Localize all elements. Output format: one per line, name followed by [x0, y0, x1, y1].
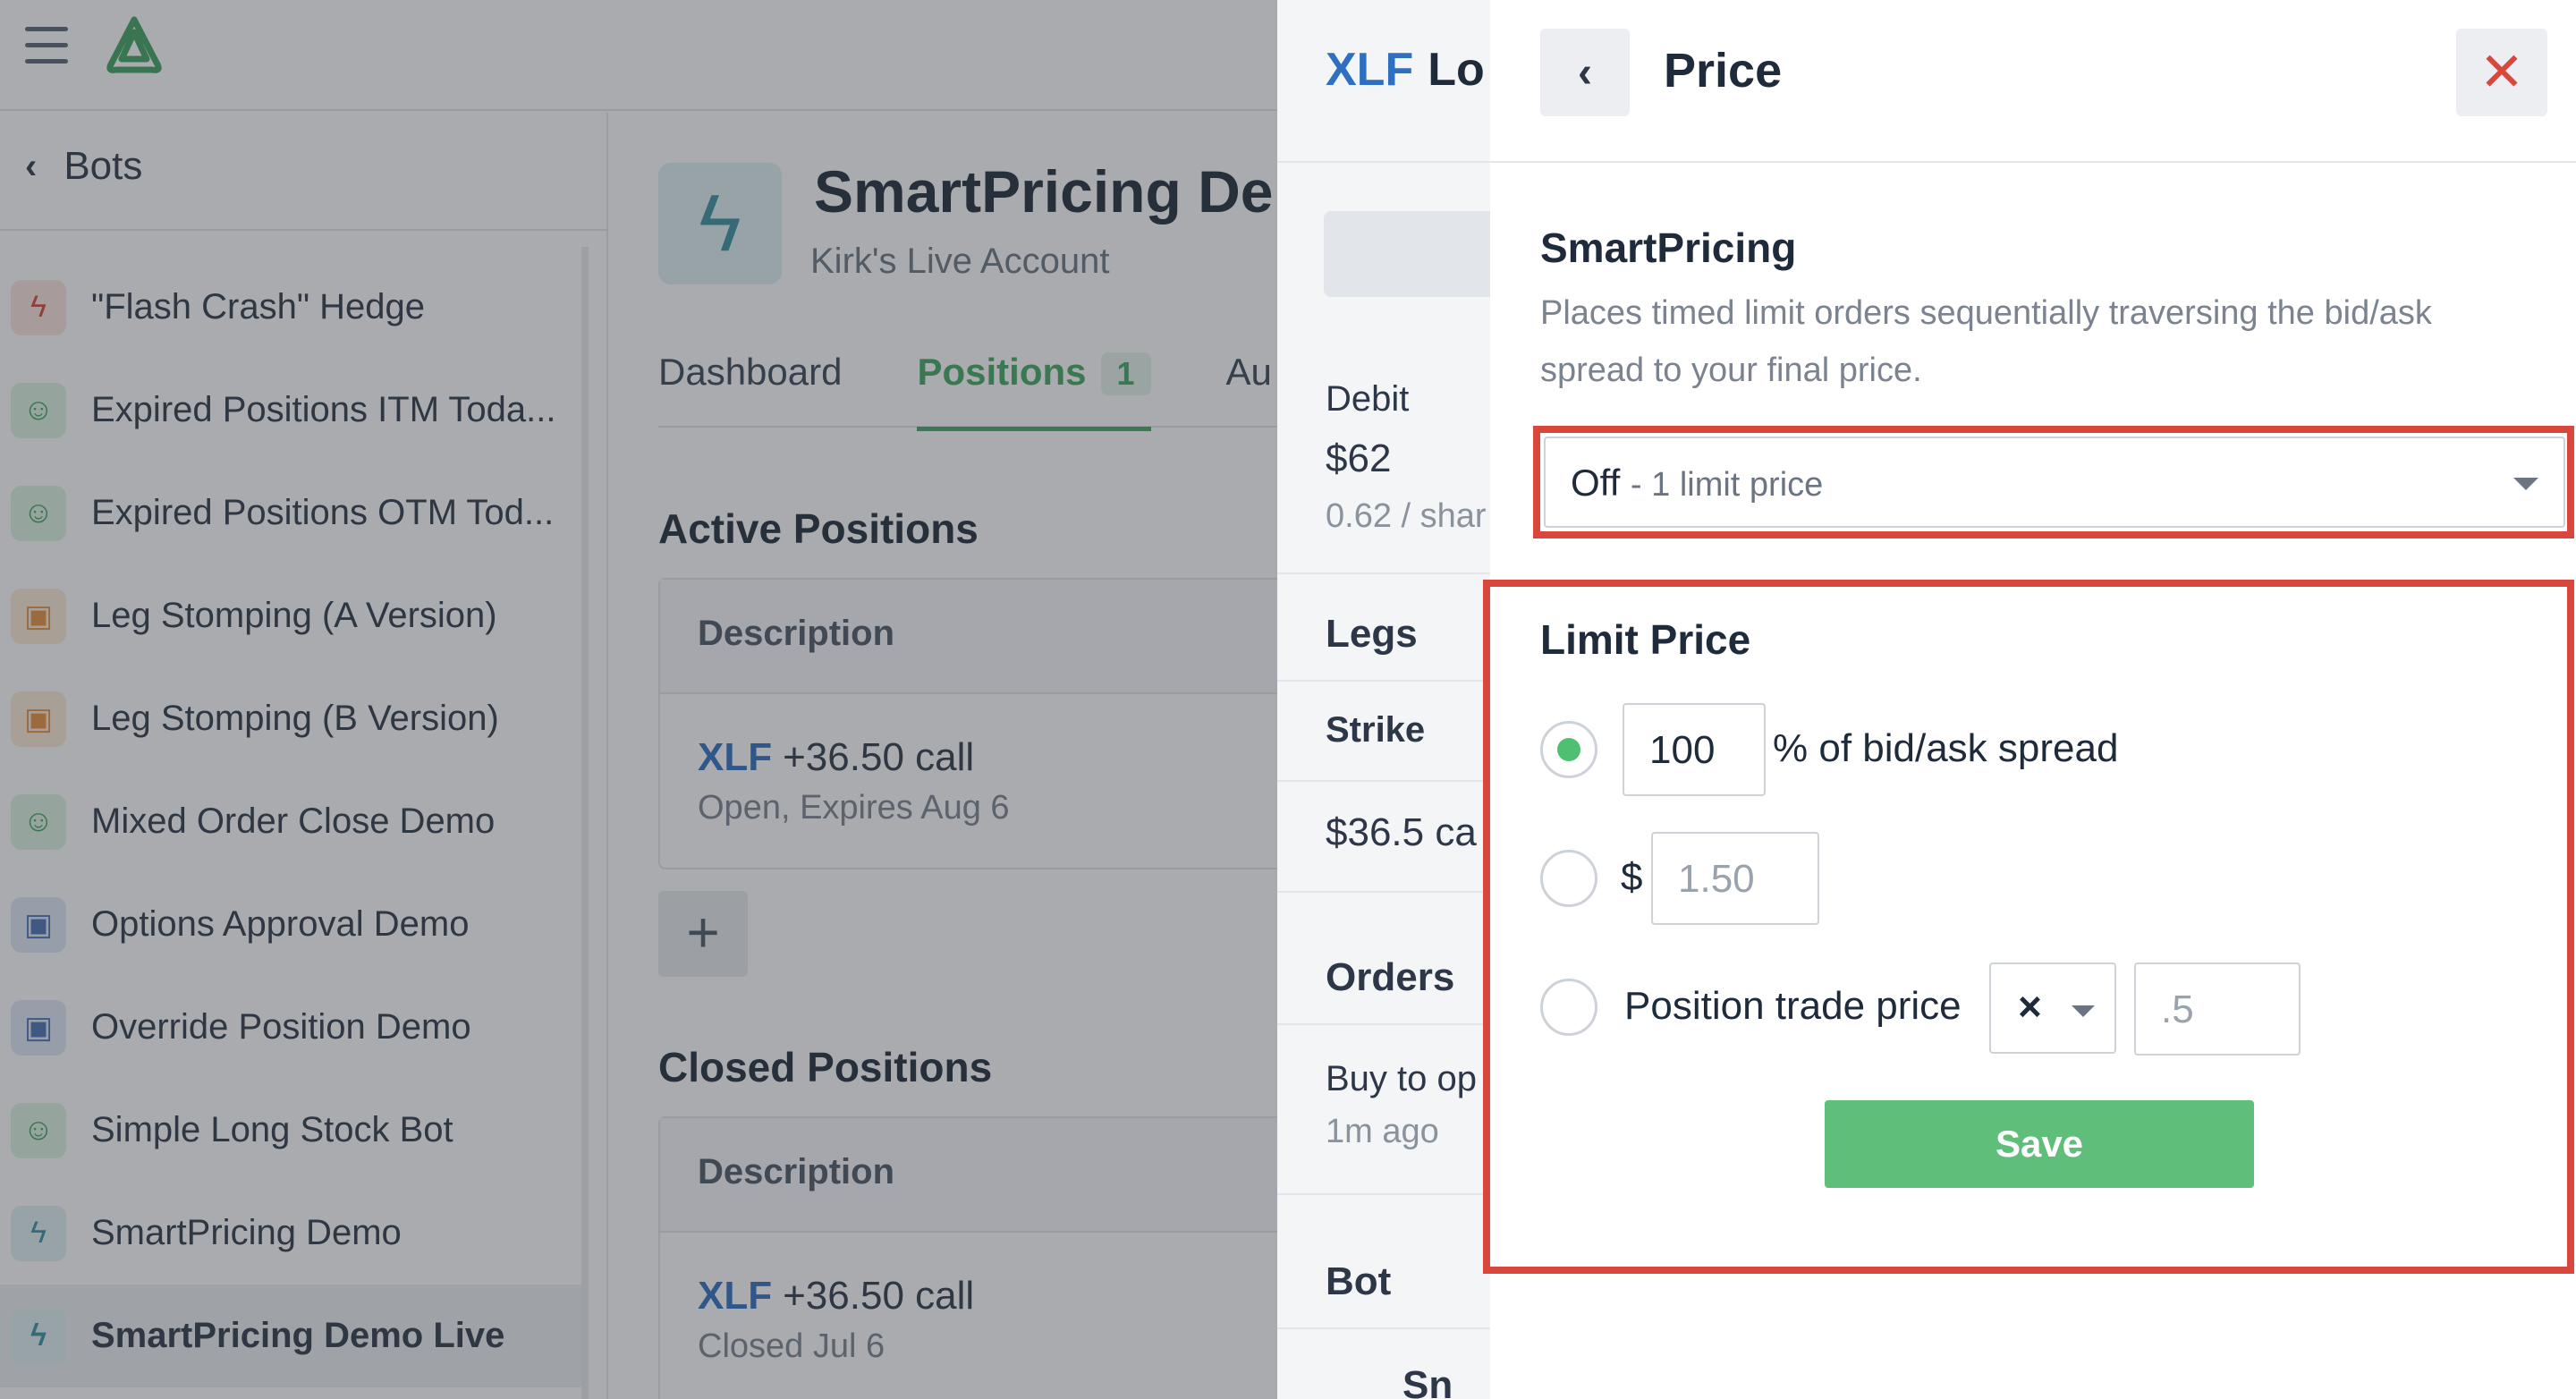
bot-label: Bot [1326, 1259, 1392, 1303]
divider [1277, 1327, 1490, 1329]
caret-down-icon [2072, 1005, 2095, 1017]
position-trade-price-label: Position trade price [1624, 984, 1962, 1028]
divider [1277, 780, 1490, 782]
smartpricing-select[interactable]: Off - 1 limit price [1544, 437, 2565, 528]
select-value-detail: - 1 limit price [1630, 466, 1824, 504]
dollar-price-input[interactable]: 1.50 [1651, 832, 1819, 925]
smartpricing-title: SmartPricing [1540, 225, 1797, 271]
panel-title: Price [1664, 44, 1783, 98]
close-button[interactable]: ✕ [2456, 29, 2547, 116]
close-icon: ✕ [2479, 42, 2525, 102]
dollar-sign: $ [1621, 855, 1643, 899]
orders-label: Orders [1326, 955, 1455, 999]
operator-select[interactable]: × [1989, 962, 2116, 1054]
debit-value: $62 [1326, 437, 1392, 480]
strike-value: $36.5 ca [1326, 810, 1477, 854]
price-panel-header: ‹ Price ✕ [1490, 0, 2576, 163]
ticker: XLF [1326, 44, 1414, 96]
drawer-header: XLF Lo [1277, 0, 1490, 163]
caret-down-icon [2513, 478, 2538, 490]
bot-partial: Sn [1402, 1363, 1453, 1399]
legs-label: Legs [1326, 612, 1418, 656]
percent-spread-input[interactable]: 100 [1623, 703, 1766, 796]
multiplier-input[interactable]: .5 [2134, 962, 2301, 1056]
modal-overlay[interactable] [0, 0, 1277, 1399]
divider [1277, 680, 1490, 682]
select-value-text: Off [1571, 462, 1621, 504]
divider [1277, 1023, 1490, 1025]
limit-price-title: Limit Price [1540, 616, 1751, 663]
select-value: Off - 1 limit price [1571, 462, 1823, 504]
percent-spread-label: % of bid/ask spread [1773, 726, 2119, 770]
back-button[interactable]: ‹ [1540, 29, 1630, 116]
radio-percent-spread[interactable] [1540, 721, 1597, 778]
drawer-title: XLF Lo [1326, 43, 1485, 97]
position-drawer: XLF Lo Debit $62 0.62 / shar Legs Strike … [1277, 0, 1490, 1399]
order-text: Buy to op [1326, 1059, 1478, 1098]
debit-per-share: 0.62 / shar [1326, 497, 1487, 535]
price-panel: ‹ Price ✕ SmartPricing Places timed limi… [1483, 0, 2576, 1399]
divider [1277, 572, 1490, 574]
order-time: 1m ago [1326, 1113, 1439, 1150]
save-button[interactable]: Save [1825, 1100, 2254, 1188]
divider [1277, 891, 1490, 893]
strike-label: Strike [1326, 710, 1426, 750]
smartpricing-description: Places timed limit orders sequentially t… [1540, 294, 2432, 389]
debit-label: Debit [1326, 379, 1410, 419]
multiply-icon: × [2018, 983, 2042, 1030]
radio-position-trade-price[interactable] [1540, 979, 1597, 1036]
drawer-button[interactable] [1324, 211, 1490, 297]
radio-dollar-price[interactable] [1540, 850, 1597, 907]
chevron-left-icon: ‹ [1578, 48, 1592, 97]
divider [1277, 1193, 1490, 1195]
drawer-title-text: Lo [1428, 44, 1485, 96]
